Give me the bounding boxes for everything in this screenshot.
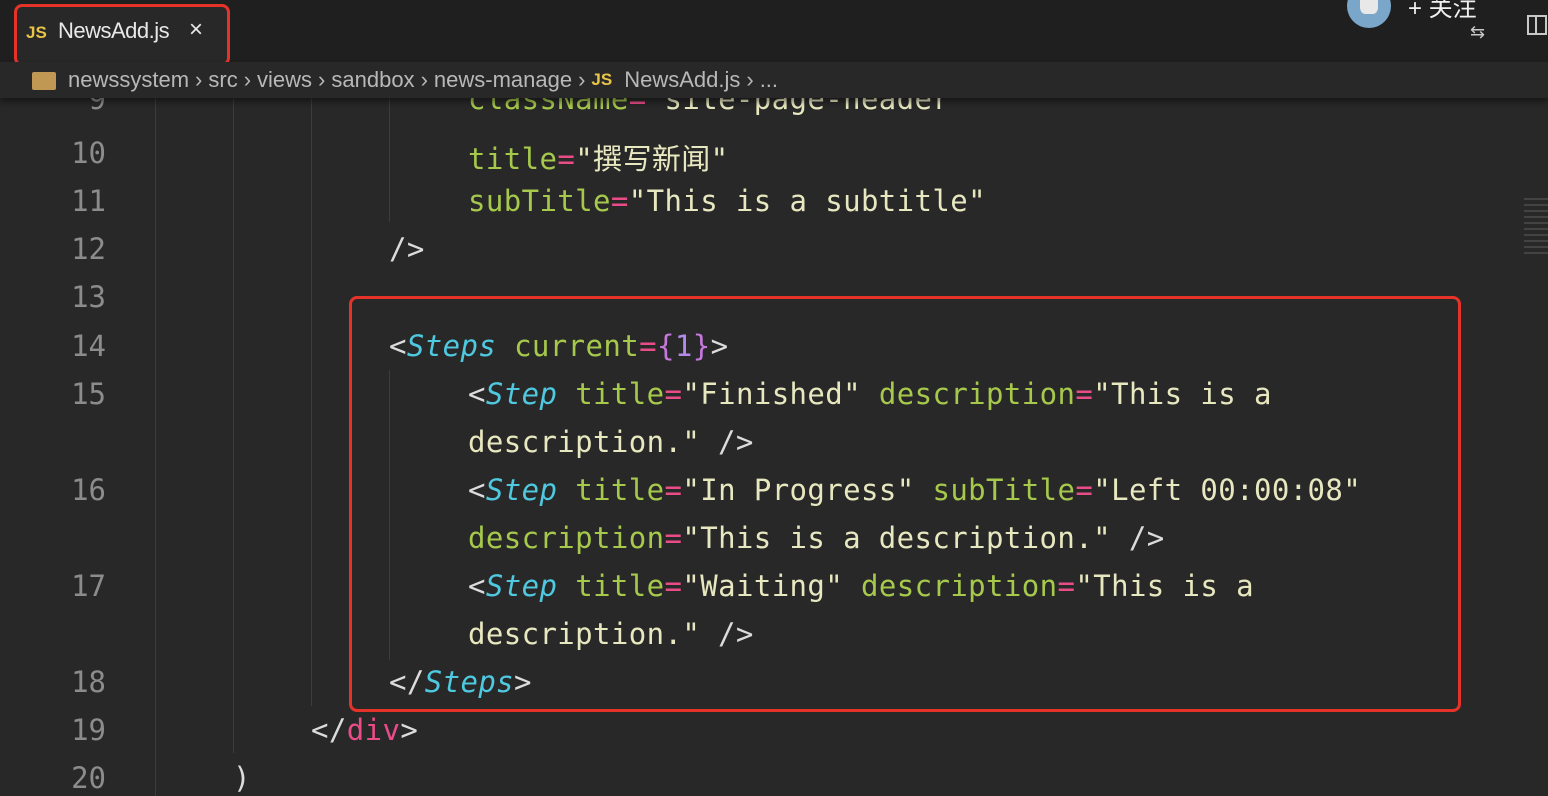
avatar[interactable]	[1347, 0, 1391, 28]
highlight-box	[349, 296, 1461, 712]
string-literal: "This is a subtitle"	[628, 184, 986, 218]
indent-guide	[311, 98, 312, 706]
chevron-right-icon: ›	[195, 67, 203, 92]
chevron-right-icon: ›	[243, 67, 252, 92]
line-number: 9	[88, 98, 106, 116]
operator: =	[557, 142, 576, 176]
tab-bar: JS NewsAdd.js × + 关注 ⇆	[0, 0, 1548, 66]
folder-icon	[32, 72, 56, 90]
code-line-20: )	[233, 761, 251, 795]
line-number: 11	[71, 184, 106, 218]
breadcrumb-more[interactable]: ...	[760, 67, 778, 93]
chevron-right-icon: ›	[318, 67, 326, 92]
tag-punct: </	[311, 713, 347, 747]
line-number: 16	[71, 473, 106, 507]
breadcrumb-item[interactable]: views	[257, 67, 312, 93]
indent-guide	[389, 98, 390, 222]
js-file-icon: JS	[26, 23, 47, 42]
operator: =	[628, 98, 647, 116]
close-icon[interactable]: ×	[189, 16, 203, 44]
paren: )	[233, 761, 251, 795]
code-line-19: </div>	[311, 713, 418, 747]
indent-guide	[233, 98, 234, 753]
attr-name: title	[468, 142, 558, 176]
indent-guide	[155, 98, 156, 796]
line-number: 20	[71, 761, 106, 795]
code-line-9: className="site-page-header"	[468, 98, 968, 116]
tag-punct: >	[400, 713, 419, 747]
chevron-right-icon: ›	[578, 67, 586, 92]
breadcrumb-item[interactable]: src	[208, 67, 237, 93]
chevron-right-icon: ›	[420, 67, 428, 92]
tag-punct: />	[389, 232, 425, 266]
breadcrumb-file[interactable]: NewsAdd.js	[624, 67, 740, 93]
js-file-icon: JS	[591, 70, 613, 89]
code-line-10: title="撰写新闻"	[468, 136, 729, 178]
line-number: 17	[71, 569, 106, 603]
breadcrumb-item[interactable]: sandbox	[331, 67, 414, 93]
string-literal: "撰写新闻"	[575, 142, 729, 176]
line-number: 13	[71, 280, 106, 314]
line-number: 14	[71, 329, 106, 363]
tag-name: div	[346, 713, 401, 747]
tab-newsadd[interactable]: JS NewsAdd.js ×	[14, 4, 230, 66]
compare-icon[interactable]: ⇆	[1470, 22, 1485, 43]
split-editor-icon[interactable]	[1527, 15, 1547, 35]
breadcrumb: newssystem › src › views › sandbox › new…	[0, 62, 1548, 98]
line-number: 10	[71, 136, 106, 170]
string-literal: "site-page-header"	[646, 98, 969, 116]
minimap[interactable]	[1524, 198, 1548, 258]
line-number: 12	[71, 232, 106, 266]
breadcrumb-item[interactable]: newssystem	[68, 67, 189, 93]
code-line-11: subTitle="This is a subtitle"	[468, 184, 986, 218]
line-number: 15	[71, 377, 106, 411]
attr-name: className	[468, 98, 629, 116]
line-number: 18	[71, 665, 106, 699]
line-number: 19	[71, 713, 106, 747]
code-line-12: />	[389, 232, 425, 266]
tab-label: NewsAdd.js	[58, 18, 170, 43]
operator: =	[610, 184, 629, 218]
breadcrumb-item[interactable]: news-manage	[434, 67, 572, 93]
attr-name: subTitle	[468, 184, 611, 218]
follow-button[interactable]: + 关注	[1408, 0, 1477, 23]
chevron-right-icon: ›	[746, 67, 754, 92]
